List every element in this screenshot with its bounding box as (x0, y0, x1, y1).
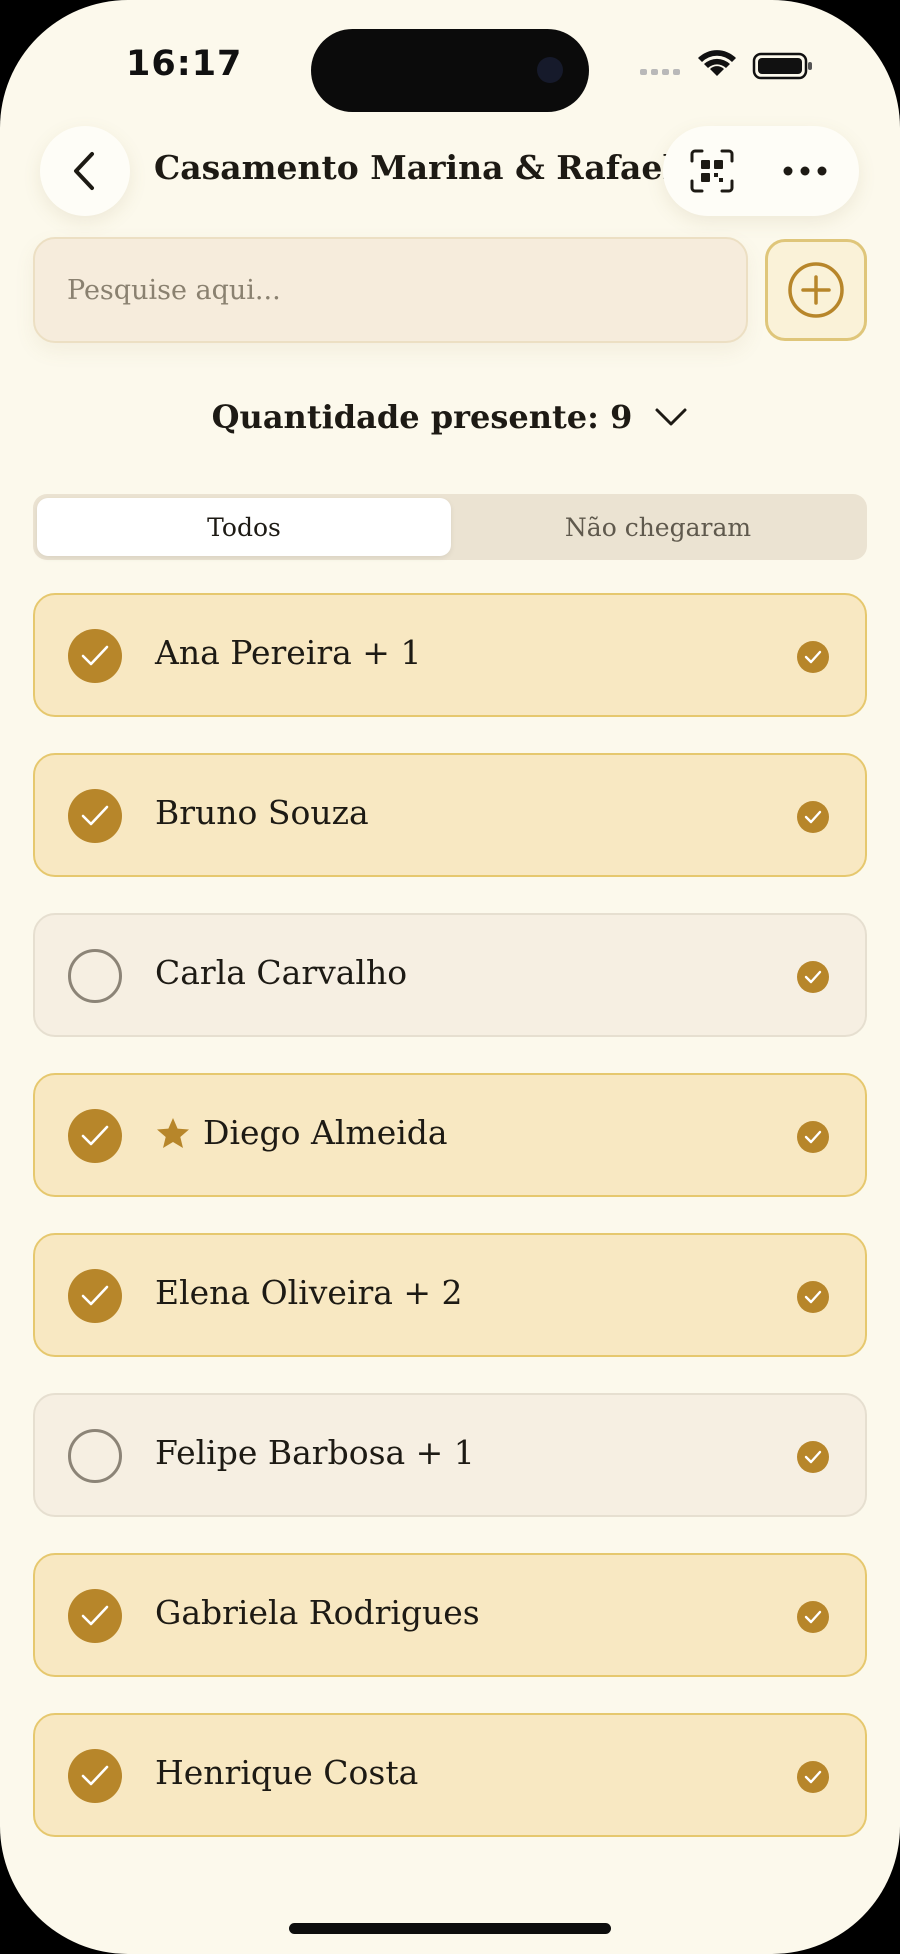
present-count-label: Quantidade presente: 9 (211, 398, 633, 436)
checkmark-icon (81, 1605, 109, 1626)
chevron-left-icon (74, 152, 94, 190)
search-input[interactable] (35, 239, 746, 341)
guest-name: Ana Pereira + 1 (155, 633, 421, 672)
confirmed-badge-icon (797, 801, 829, 833)
confirmed-badge-icon (797, 641, 829, 673)
back-button[interactable] (40, 126, 130, 216)
status-icons (636, 50, 816, 82)
more-icon (783, 166, 827, 176)
checkmark-icon (81, 805, 109, 826)
checkmark-icon (81, 1125, 109, 1146)
guest-name: Gabriela Rodrigues (155, 1593, 480, 1632)
guest-row[interactable]: Henrique Costa (33, 1713, 867, 1837)
checkmark-icon (804, 1770, 822, 1784)
wifi-icon (698, 50, 736, 76)
tab-not-arrived[interactable]: Não chegaram (451, 498, 865, 556)
guest-name-label: Carla Carvalho (155, 953, 408, 992)
home-indicator (289, 1923, 611, 1934)
confirmed-badge-icon (797, 961, 829, 993)
checkmark-icon (81, 1285, 109, 1306)
checkmark-icon (804, 970, 822, 984)
confirmed-badge-icon (797, 1281, 829, 1313)
confirmed-badge-icon (797, 1761, 829, 1793)
signal-icon (640, 50, 812, 80)
confirmed-badge-icon (797, 1601, 829, 1633)
checked-in-toggle[interactable] (68, 1269, 122, 1323)
checkmark-icon (804, 1610, 822, 1624)
confirmed-badge-icon (797, 1121, 829, 1153)
battery-icon (752, 52, 812, 80)
checkmark-icon (804, 650, 822, 664)
guest-name-label: Elena Oliveira + 2 (155, 1273, 463, 1312)
guest-name-label: Henrique Costa (155, 1753, 419, 1792)
checked-in-toggle[interactable] (68, 1749, 122, 1803)
guest-row[interactable]: Diego Almeida (33, 1073, 867, 1197)
add-guest-button[interactable] (765, 239, 867, 341)
guest-row[interactable]: Bruno Souza (33, 753, 867, 877)
app-screen: 16:17 Casamento Marina & Rafael Pesquise… (0, 0, 900, 1954)
plus-circle-icon (788, 262, 844, 318)
guest-row[interactable]: Gabriela Rodrigues (33, 1553, 867, 1677)
star-icon (157, 1117, 189, 1148)
header-actions (663, 126, 859, 216)
guest-name: Elena Oliveira + 2 (155, 1273, 463, 1312)
search-field (33, 237, 748, 343)
status-time: 16:17 (126, 44, 243, 84)
checkmark-icon (804, 1450, 822, 1464)
guest-name: Bruno Souza (155, 793, 369, 832)
checkmark-icon (804, 1130, 822, 1144)
checkmark-icon (81, 645, 109, 666)
guest-name-label: Bruno Souza (155, 793, 369, 832)
checked-in-toggle[interactable] (68, 1109, 122, 1163)
camera-icon (537, 57, 563, 83)
checkmark-icon (81, 1765, 109, 1786)
not-checked-in-toggle[interactable] (68, 1429, 122, 1483)
guest-name-label: Gabriela Rodrigues (155, 1593, 480, 1632)
checked-in-toggle[interactable] (68, 789, 122, 843)
checkmark-icon (804, 810, 822, 824)
guest-row[interactable]: Felipe Barbosa + 1 (33, 1393, 867, 1517)
guest-row[interactable]: Elena Oliveira + 2 (33, 1233, 867, 1357)
confirmed-badge-icon (797, 1441, 829, 1473)
guest-name-label: Ana Pereira + 1 (155, 633, 422, 672)
guest-name: Diego Almeida (155, 1113, 448, 1152)
dynamic-island (311, 29, 589, 112)
tab-all[interactable]: Todos (37, 498, 451, 556)
page-title: Casamento Marina & Rafael (154, 148, 675, 187)
guest-row[interactable]: Ana Pereira + 1 (33, 593, 867, 717)
chevron-down-icon (655, 408, 687, 426)
checkmark-icon (804, 1290, 822, 1304)
checked-in-toggle[interactable] (68, 629, 122, 683)
guest-row[interactable]: Carla Carvalho (33, 913, 867, 1037)
not-checked-in-toggle[interactable] (68, 949, 122, 1003)
filter-tabs: Todos Não chegaram (33, 494, 867, 560)
more-options-button[interactable] (775, 146, 835, 196)
guest-name: Henrique Costa (155, 1753, 418, 1792)
qr-scan-button[interactable] (687, 146, 737, 196)
guest-name: Felipe Barbosa + 1 (155, 1433, 475, 1472)
guest-name-label: Felipe Barbosa + 1 (155, 1433, 475, 1472)
qr-code-icon (690, 149, 734, 193)
guest-name: Carla Carvalho (155, 953, 407, 992)
guest-name-label: Diego Almeida (203, 1113, 448, 1152)
present-count-dropdown[interactable]: Quantidade presente: 9 (0, 392, 900, 442)
checked-in-toggle[interactable] (68, 1589, 122, 1643)
